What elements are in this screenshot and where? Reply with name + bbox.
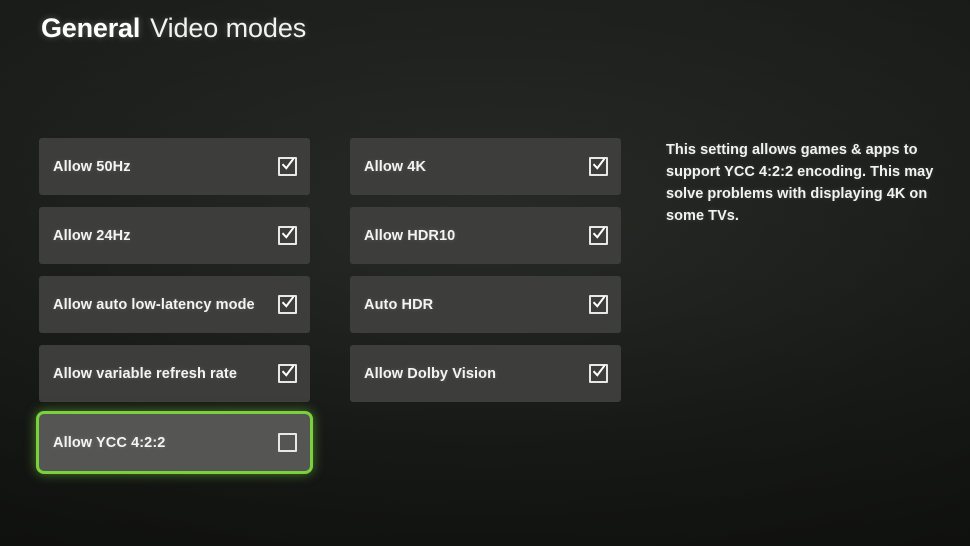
checkbox-checked-icon[interactable] <box>589 226 608 245</box>
setting-row[interactable]: Auto HDR <box>350 276 621 333</box>
page-title: Video modes <box>150 13 307 43</box>
checkbox-checked-icon[interactable] <box>589 364 608 383</box>
setting-row[interactable]: Allow 24Hz <box>39 207 310 264</box>
checkbox-checked-icon[interactable] <box>278 157 297 176</box>
checkbox-checked-icon[interactable] <box>278 364 297 383</box>
settings-column-one: Allow 50Hz Allow 24Hz Allow auto low-laten… <box>39 138 310 483</box>
checkbox-checked-icon[interactable] <box>278 295 297 314</box>
checkbox-checked-icon[interactable] <box>589 295 608 314</box>
settings-column-two: Allow 4K Allow HDR10 Auto HDR Allow Dolby V… <box>350 138 621 414</box>
setting-row[interactable]: Allow Dolby Vision <box>350 345 621 402</box>
setting-row-label: Auto HDR <box>364 296 434 313</box>
setting-row[interactable]: Allow variable refresh rate <box>39 345 310 402</box>
setting-row-label: Allow variable refresh rate <box>53 365 238 382</box>
breadcrumb: General Video modes <box>41 13 306 44</box>
setting-row-label: Allow Dolby Vision <box>364 365 497 382</box>
checkbox-checked-icon[interactable] <box>589 157 608 176</box>
setting-row-label: Allow YCC 4:2:2 <box>53 434 166 451</box>
setting-row[interactable]: Allow 4K <box>350 138 621 195</box>
setting-row-label: Allow auto low-latency mode <box>53 296 255 313</box>
setting-row-label: Allow 50Hz <box>53 158 131 175</box>
checkbox-checked-icon[interactable] <box>278 226 297 245</box>
setting-row[interactable]: Allow 50Hz <box>39 138 310 195</box>
video-modes-screen: General Video modes Allow 50Hz Allow 24Hz… <box>0 0 970 546</box>
setting-row[interactable]: Allow auto low-latency mode <box>39 276 310 333</box>
setting-description-text: This setting allows games & apps to supp… <box>666 142 934 224</box>
setting-row-label: Allow 24Hz <box>53 227 131 244</box>
setting-row[interactable]: Allow HDR10 <box>350 207 621 264</box>
description-panel: This setting allows games & apps to supp… <box>666 139 938 227</box>
checkbox-unchecked-icon[interactable] <box>278 433 297 452</box>
setting-row-label: Allow 4K <box>364 158 427 175</box>
breadcrumb-primary: General <box>41 13 141 43</box>
setting-row[interactable]: Allow YCC 4:2:2 <box>39 414 310 471</box>
setting-row-label: Allow HDR10 <box>364 227 456 244</box>
